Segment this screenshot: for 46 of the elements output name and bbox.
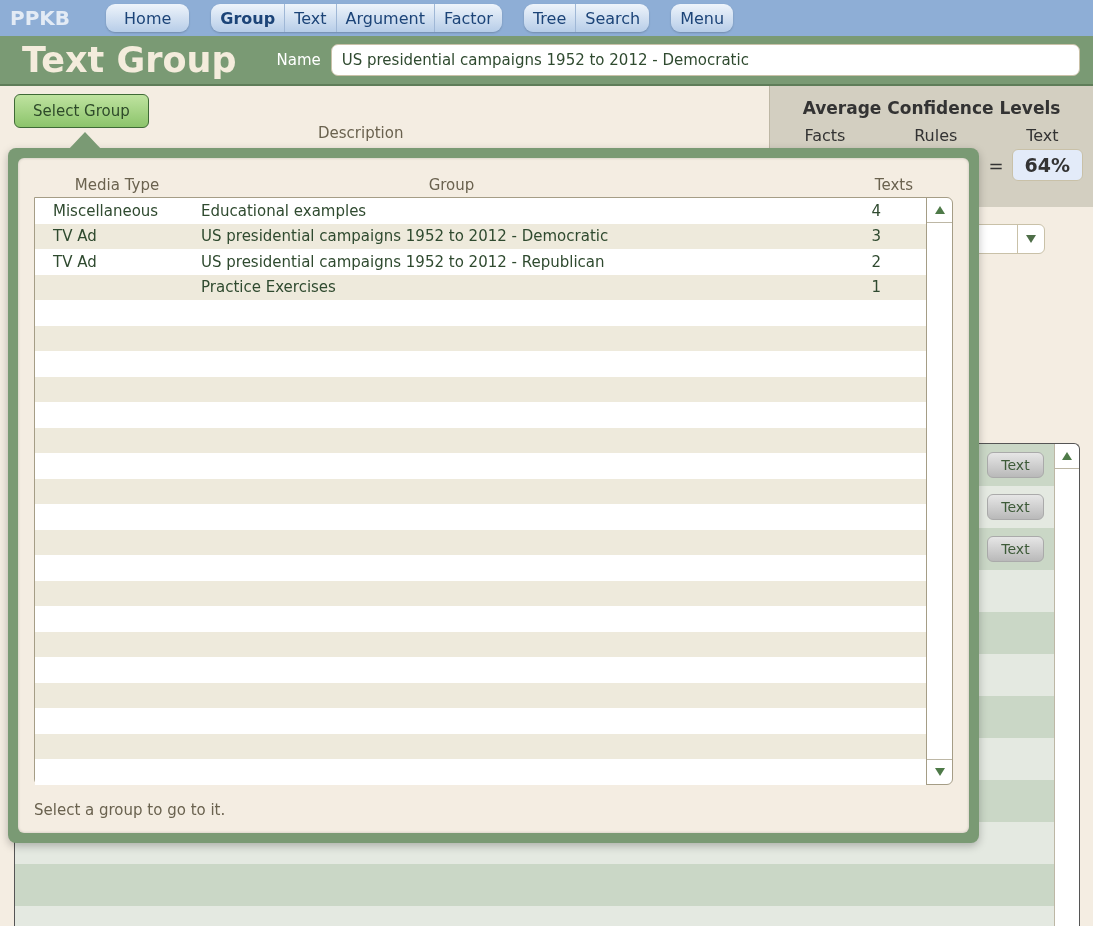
confidence-column-label: Rules	[914, 126, 958, 145]
scroll-down-icon[interactable]	[933, 767, 946, 777]
text-confidence-value: 64%	[1011, 149, 1083, 181]
texts-count-cell-text: 3	[870, 227, 882, 246]
nav-tab[interactable]: Menu	[671, 4, 734, 32]
texts-count-cell-text: 4	[870, 201, 882, 220]
texts-count-cell-text: 2	[870, 252, 882, 271]
name-field[interactable]: US presidential campaigns 1952 to 2012 - Democratic	[330, 44, 1080, 76]
group-cell-text: Educational examples	[201, 201, 368, 220]
column-header: Texts	[873, 176, 914, 196]
media-type-cell-text: Miscellaneous	[52, 201, 160, 220]
select-group-button[interactable]: Select Group	[14, 94, 149, 128]
confidence-title: Average Confidence Levels	[802, 98, 1061, 118]
scrollbar[interactable]	[1054, 444, 1079, 926]
nav-tab[interactable]: Home	[106, 4, 190, 32]
app-logo: PPKB	[10, 6, 71, 30]
scroll-up-icon[interactable]	[1061, 451, 1073, 461]
scrollbar[interactable]	[926, 198, 952, 784]
group-row[interactable]: Practice Exercises 1	[35, 274, 926, 300]
group-cell-text: US presidential campaigns 1952 to 2012 - Democratic	[201, 227, 610, 246]
nav-tab[interactable]: Search	[576, 4, 650, 32]
description-label: Description	[318, 124, 404, 142]
group-cell-text: US presidential campaigns 1952 to 2012 - Republican	[201, 252, 606, 271]
media-type-cell-text: TV Ad	[52, 252, 98, 271]
nav-tab[interactable]: Tree	[523, 4, 577, 32]
group-cell-text: Practice Exercises	[201, 278, 337, 297]
group-row[interactable]: TV Ad US presidential campaigns 1952 to 2012 - Democratic 3	[35, 223, 926, 249]
text-button[interactable]: Text	[987, 536, 1044, 562]
name-label: Name	[276, 51, 321, 69]
nav-tab[interactable]: Argument	[336, 4, 435, 32]
confidence-column-label: Text	[1026, 126, 1059, 145]
nav-tab[interactable]: Group	[211, 4, 286, 32]
media-type-cell-text: TV Ad	[52, 227, 98, 246]
nav-tab[interactable]: Factor	[434, 4, 502, 32]
scroll-up-icon[interactable]	[933, 205, 946, 215]
hint-text: Select a group to go to it.	[34, 801, 227, 819]
confidence-column-label: Facts	[804, 126, 846, 145]
column-header: Group	[427, 176, 476, 196]
text-button[interactable]: Text	[987, 452, 1044, 478]
column-header: Media Type	[73, 176, 161, 196]
equals-sign: =	[988, 154, 1004, 176]
nav-tab[interactable]: Text	[285, 4, 337, 32]
page-title: Text Group	[22, 40, 237, 80]
text-button[interactable]: Text	[987, 494, 1044, 520]
texts-count-cell-text: 1	[870, 278, 882, 297]
dropdown-arrow-icon	[1025, 234, 1037, 244]
